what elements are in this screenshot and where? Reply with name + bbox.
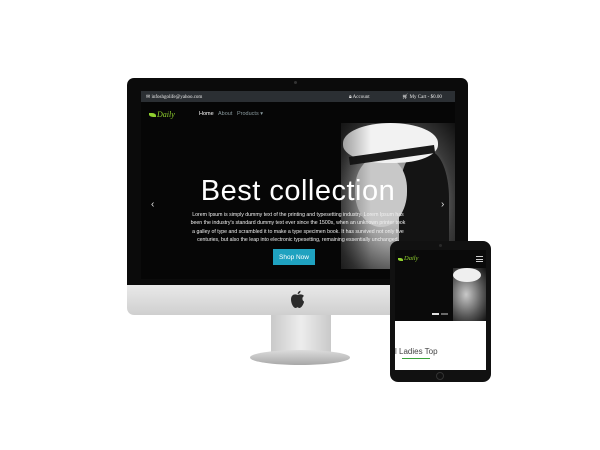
tablet-photo-hat	[453, 268, 481, 282]
mail-icon: ✉	[146, 94, 151, 100]
imac-stand-foot	[250, 350, 350, 365]
tablet-section-title: l Ladies Top	[395, 347, 438, 356]
cart-label: My Cart - $0.00	[409, 94, 442, 100]
account-link[interactable]: 🔒︎ Account	[349, 94, 370, 100]
leaf-icon	[149, 113, 156, 117]
tablet-leaf-icon	[398, 258, 403, 261]
nav-about[interactable]: About	[218, 111, 232, 117]
logo-text: Daily	[157, 110, 175, 119]
site-logo[interactable]: Daily	[149, 110, 183, 122]
hero-title: Best collection	[200, 175, 396, 207]
carousel-indicator-1[interactable]	[432, 313, 439, 315]
tablet-logo[interactable]: Daily	[398, 255, 424, 265]
cart-link[interactable]: 🛒︎ My Cart - $0.00	[402, 94, 442, 100]
tablet-device: Daily l Ladies Top	[390, 241, 491, 382]
account-label: Account	[352, 94, 370, 100]
top-bar: ✉ infoshgolife@yahoo.com 🔒︎ Account 🛒︎ M…	[141, 91, 455, 102]
nav-products-label: Products	[237, 111, 259, 117]
lock-icon: 🔒︎	[349, 94, 352, 100]
nav-products[interactable]: Products ▾	[237, 111, 263, 117]
tablet-home-button	[436, 372, 444, 380]
nav-home[interactable]: Home	[199, 111, 214, 117]
carousel-indicator-2[interactable]	[441, 313, 448, 315]
shop-now-button[interactable]: Shop Now	[273, 249, 315, 265]
hamburger-menu-icon[interactable]	[476, 256, 483, 262]
tablet-hero: Daily	[395, 250, 486, 321]
tablet-logo-text: Daily	[404, 255, 419, 262]
cart-icon: 🛒︎	[402, 94, 409, 100]
tablet-hero-photo	[453, 268, 486, 321]
carousel-indicators	[432, 313, 448, 315]
camera-dot	[294, 81, 297, 84]
tablet-camera-dot	[439, 244, 442, 247]
apple-logo-icon	[291, 290, 304, 308]
caret-down-icon: ▾	[260, 111, 264, 117]
email-text: infoshgolife@yahoo.com	[151, 94, 203, 100]
email-link[interactable]: ✉ infoshgolife@yahoo.com	[146, 94, 202, 100]
section-title-underline	[402, 358, 430, 359]
tablet-website-screen: Daily l Ladies Top	[395, 250, 486, 370]
hero-description: Lorem Ipsum is simply dummy text of the …	[190, 212, 406, 243]
